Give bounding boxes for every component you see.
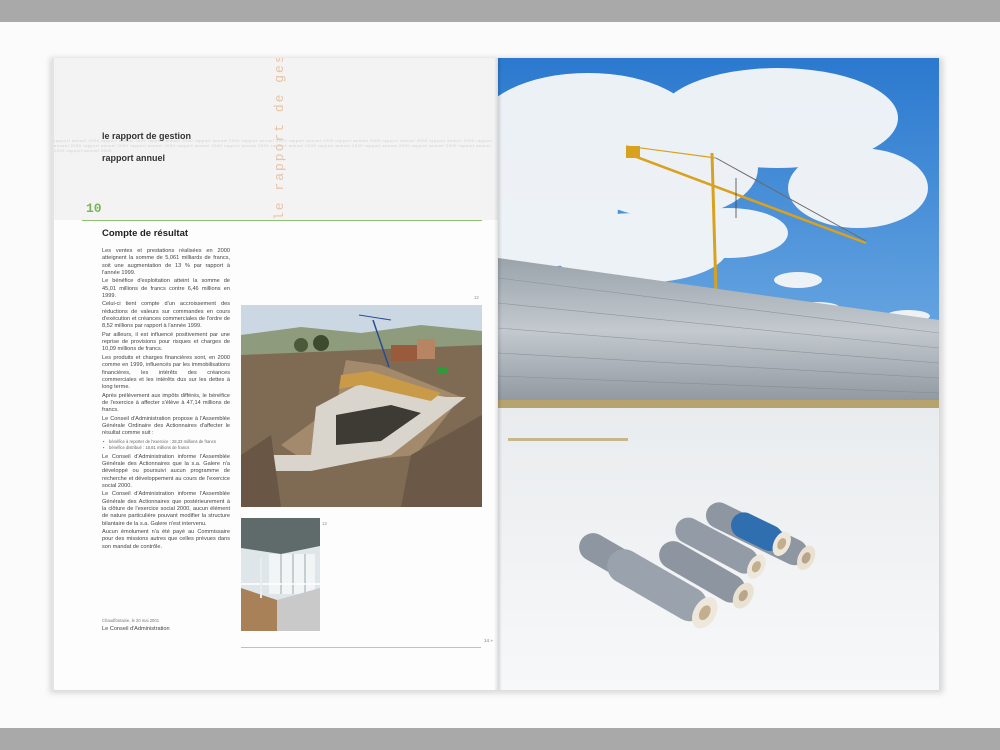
paragraph: Les produits et charges financières sont… <box>102 354 230 391</box>
footer-page-ref: 14 » <box>484 638 493 643</box>
paragraph: Le Conseil d'Administration informe l'As… <box>102 491 230 527</box>
book-spine <box>494 58 502 690</box>
stadium-roof-photo <box>498 58 939 690</box>
paragraph: Le Conseil d'Administration propose à l'… <box>102 415 230 437</box>
paragraph: Les ventes et prestations réalisées en 2… <box>102 248 230 276</box>
construction-site-illustration <box>241 305 482 507</box>
paragraph: Celui-ci tient compte d'un accroissement… <box>102 301 230 330</box>
paragraph: Le bénéfice d'exploitation atteint la so… <box>102 278 230 299</box>
interior-hall-photo <box>241 518 320 631</box>
interior-illustration <box>241 518 320 631</box>
page-number: 10 <box>86 201 102 216</box>
body-text-column: Les ventes et prestations réalisées en 2… <box>102 248 230 552</box>
signature-place: Chaudfontaine, le 20 mai 2001 <box>102 618 160 623</box>
paragraph: Le Conseil d'Administration informe l'As… <box>102 453 230 489</box>
top-gray-band <box>0 0 1000 22</box>
green-divider <box>82 220 482 221</box>
photo-caption: 12 <box>474 295 479 300</box>
bottom-gray-band <box>0 728 1000 750</box>
paragraph: Par ailleurs, il est influencé positivem… <box>102 331 230 353</box>
allocation-list: bénéfice à reporter de l'exercice : 28,3… <box>102 439 230 451</box>
orange-divider <box>241 647 481 648</box>
paragraph: Aucun émolument n'a été payé au Commissa… <box>102 529 230 550</box>
header-line1: le rapport de gestion <box>102 131 192 141</box>
right-page-photo <box>498 58 939 690</box>
paragraph: Après prélèvement aux impôts différés, l… <box>102 392 230 414</box>
photo-caption: 13 <box>322 521 327 526</box>
construction-site-photo <box>241 305 482 507</box>
list-item: bénéfice distribué : 18,81 millions de f… <box>103 445 230 451</box>
signature-name: Le Conseil d'Administration <box>102 626 170 632</box>
section-title: Compte de résultat <box>102 228 189 239</box>
left-page: le rapport de gestion rapport annuel 200… <box>52 58 500 690</box>
header-line2: rapport annuel <box>102 153 166 163</box>
